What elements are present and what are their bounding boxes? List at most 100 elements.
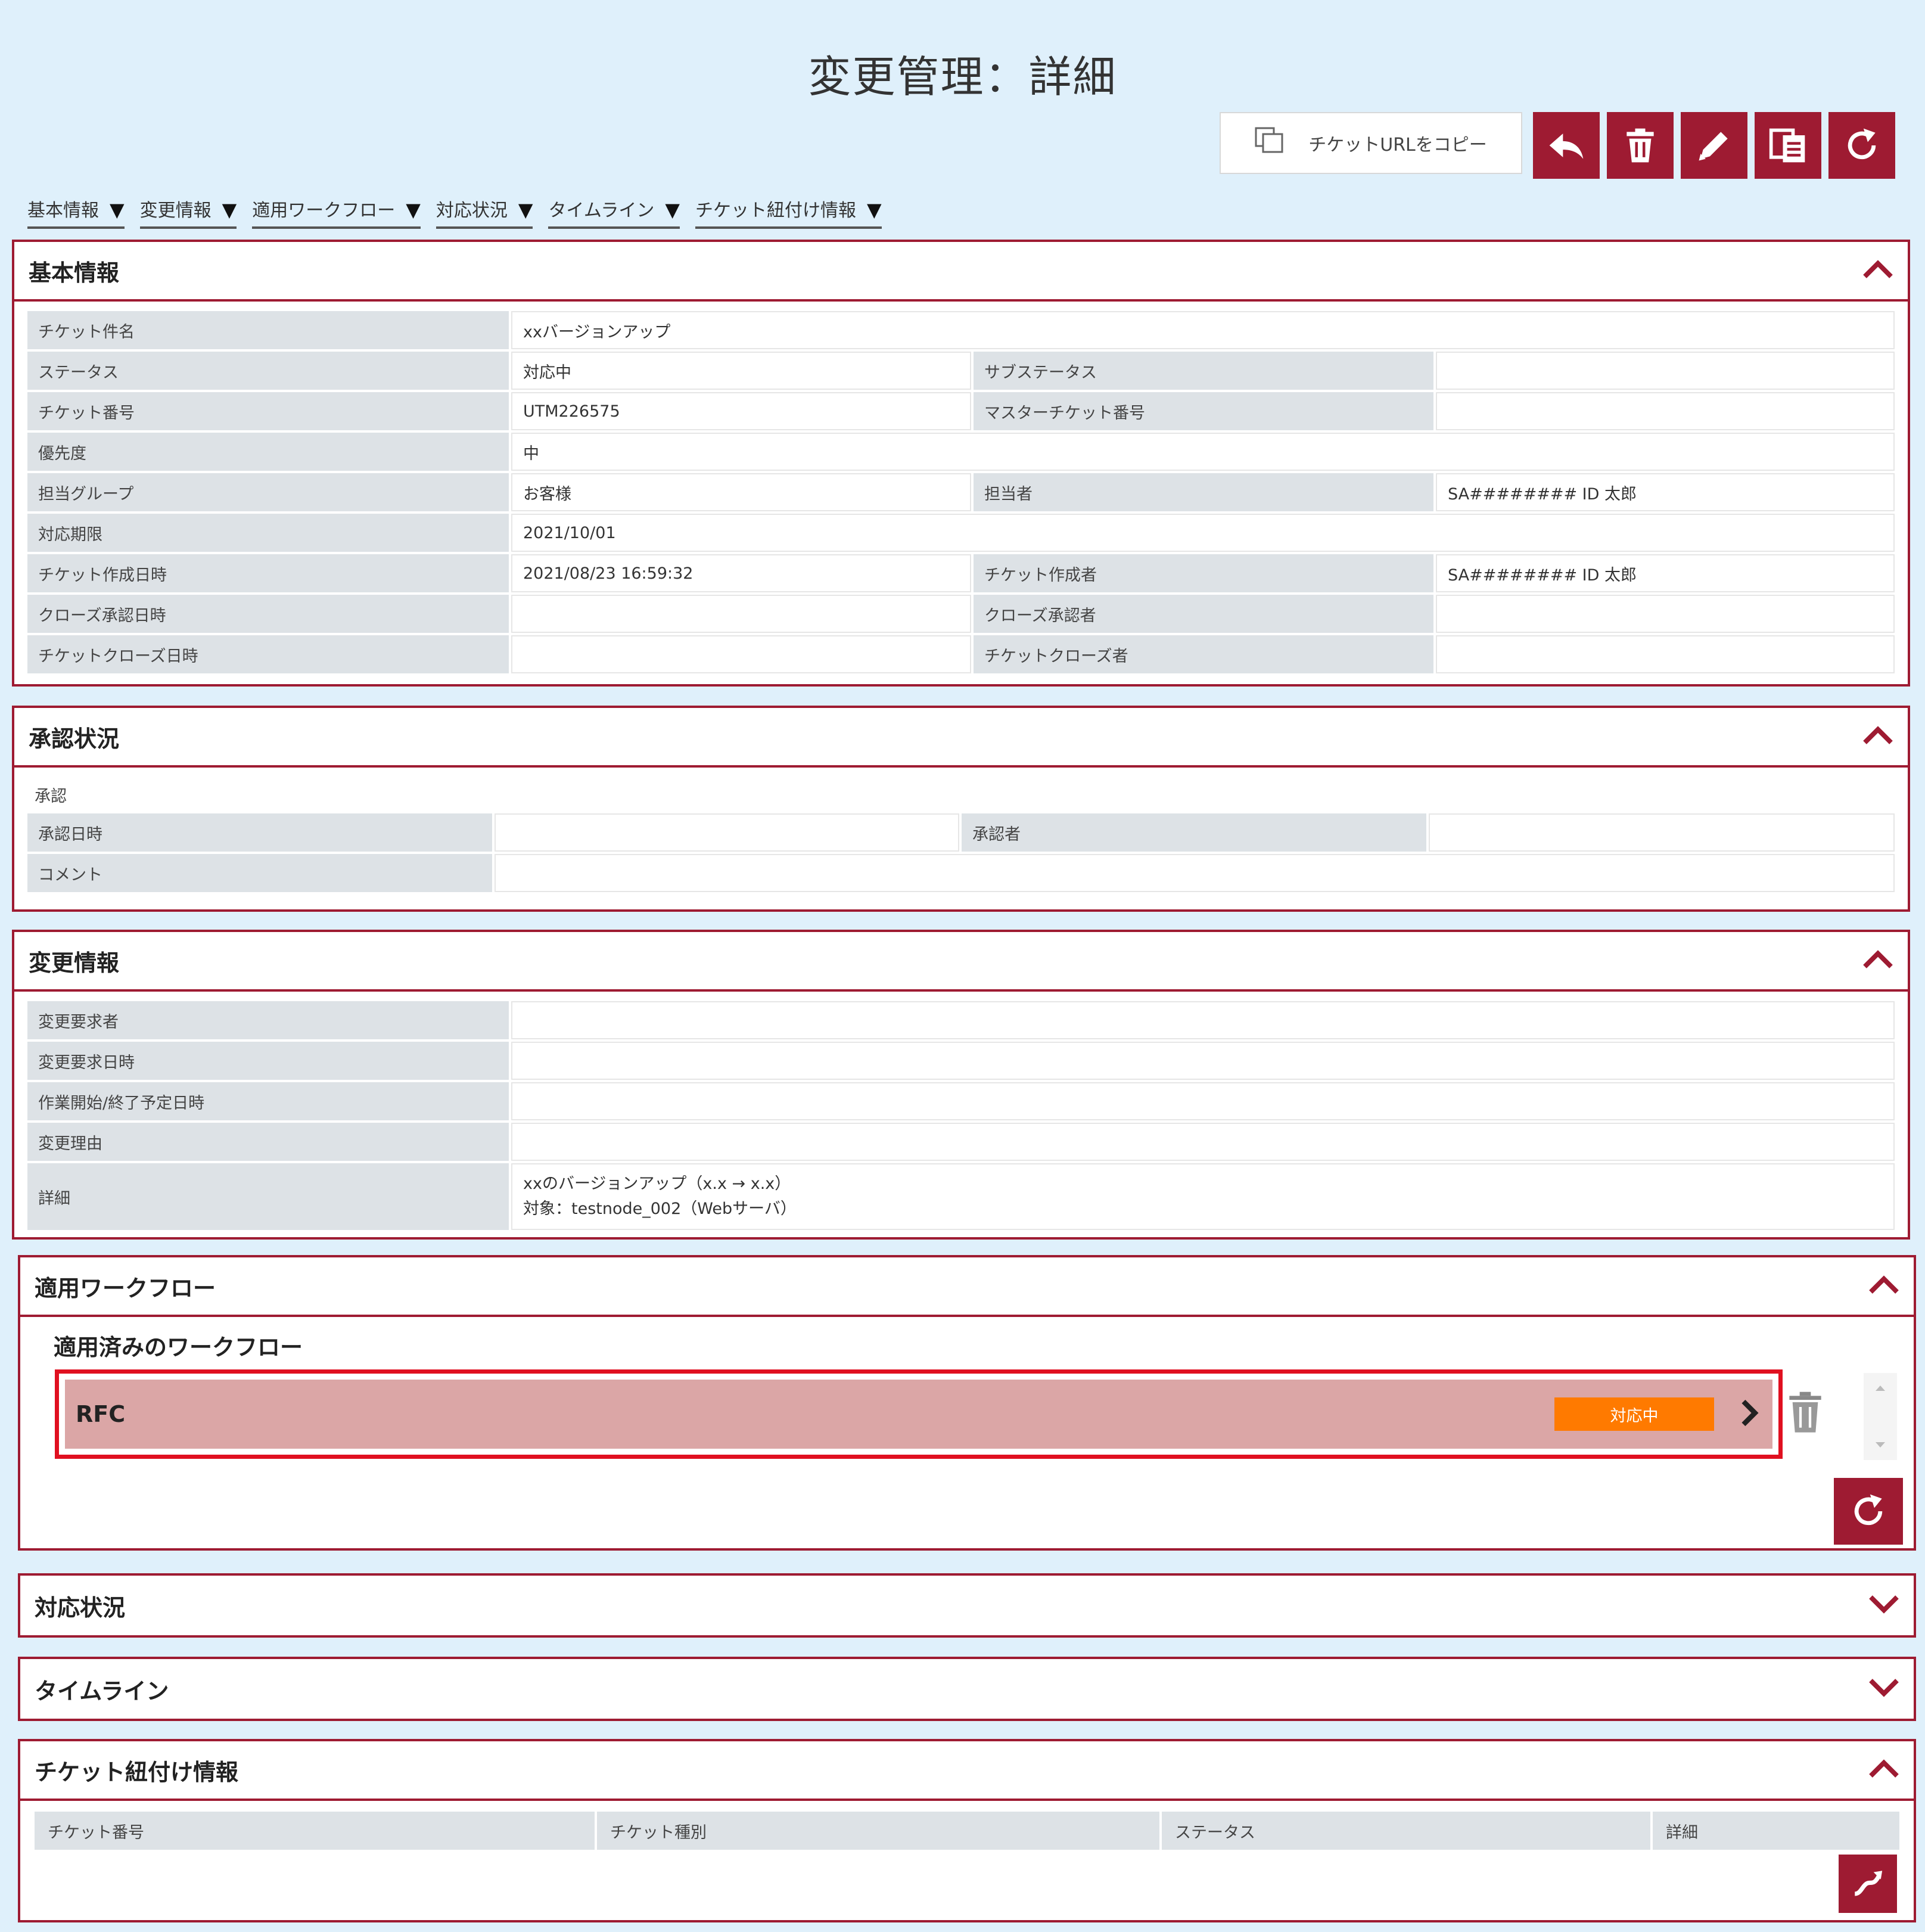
field-label: チケット作成日時 — [27, 554, 509, 592]
schedule-value — [511, 1082, 1895, 1120]
approval-table: 承認日時 承認者 コメント — [25, 811, 1897, 894]
field-label: 変更要求日時 — [27, 1042, 509, 1080]
anchor-response[interactable]: 対応状況 ▼ — [436, 195, 533, 229]
detail-line: xxのバージョンアップ（x.x → x.x） — [523, 1175, 791, 1193]
edit-button[interactable] — [1681, 112, 1747, 179]
workflow-refresh-button[interactable] — [1834, 1478, 1903, 1545]
copy-doc-icon — [1769, 128, 1805, 163]
column-header: チケット番号 — [35, 1812, 595, 1850]
field-label: チケット件名 — [27, 311, 509, 349]
links-panel: チケット紐付け情報 チケット番号 チケット種別 ステータス 詳細 — [18, 1739, 1916, 1922]
column-header: 詳細 — [1653, 1812, 1899, 1850]
chevron-up-icon[interactable] — [1868, 1759, 1899, 1781]
chevron-up-icon[interactable] — [1862, 260, 1893, 281]
links-title: チケット紐付け情報 — [35, 1759, 239, 1785]
chevron-up-icon[interactable] — [1868, 1275, 1899, 1297]
basic-info-panel: 基本情報 チケット件名 xxバージョンアップ ステータス 対応中 サブステータス チケ… — [12, 240, 1910, 687]
ticket-number-value: UTM226575 — [511, 392, 971, 430]
field-label: チケットクローズ日時 — [27, 635, 509, 673]
chevron-right-icon[interactable] — [1739, 1399, 1759, 1430]
change-info-title: 変更情報 — [29, 949, 120, 976]
anchor-marker: ▼ — [110, 198, 125, 221]
workflow-name: RFC — [76, 1401, 126, 1427]
chevron-down-icon[interactable] — [1868, 1595, 1899, 1616]
field-label: 変更要求者 — [27, 1001, 509, 1039]
workflow-panel: 適用ワークフロー 適用済みのワークフロー RFC 対応中 — [18, 1255, 1916, 1551]
workflow-highlight: RFC 対応中 — [55, 1369, 1783, 1459]
copy-url-button[interactable]: チケットURLをコピー — [1220, 112, 1522, 174]
workflow-title: 適用ワークフロー — [35, 1275, 216, 1302]
workflow-scrollbar[interactable] — [1864, 1373, 1897, 1460]
approval-date-value — [495, 813, 959, 852]
approval-section-label: 承認 — [35, 787, 67, 806]
field-label: クローズ承認者 — [974, 595, 1433, 633]
refresh-icon — [1848, 128, 1876, 160]
workflow-header[interactable]: 適用ワークフロー — [20, 1257, 1914, 1317]
workflow-item[interactable]: RFC 対応中 — [65, 1380, 1772, 1449]
column-header: ステータス — [1162, 1812, 1650, 1850]
applied-workflows-label: 適用済みのワークフロー — [54, 1334, 303, 1361]
comment-value — [495, 854, 1895, 892]
chevron-up-icon[interactable] — [1862, 726, 1893, 747]
change-info-header[interactable]: 変更情報 — [14, 932, 1908, 992]
anchor-marker: ▼ — [406, 198, 421, 221]
anchor-basic[interactable]: 基本情報 ▼ — [27, 195, 125, 229]
group-value: お客様 — [511, 473, 971, 511]
detail-line: 対象：testnode_002（Webサーバ） — [523, 1200, 797, 1218]
page-title: 変更管理：詳細 — [808, 52, 1117, 102]
timeline-header[interactable]: タイムライン — [20, 1659, 1914, 1719]
field-label: 対応期限 — [27, 514, 509, 552]
copy-ticket-button[interactable] — [1755, 112, 1821, 179]
field-label: マスターチケット番号 — [974, 392, 1433, 430]
back-button[interactable] — [1533, 112, 1600, 179]
timeline-panel: タイムライン — [18, 1657, 1916, 1721]
anchor-workflow[interactable]: 適用ワークフロー ▼ — [252, 195, 421, 229]
approval-panel: 承認状況 承認 承認日時 承認者 コメント — [12, 706, 1910, 912]
response-panel: 対応状況 — [18, 1573, 1916, 1638]
field-label: チケットクローズ者 — [974, 635, 1433, 673]
delete-button[interactable] — [1607, 112, 1674, 179]
field-label: クローズ承認日時 — [27, 595, 509, 633]
field-label: 担当グループ — [27, 473, 509, 511]
link-curve-icon — [1854, 1871, 1883, 1896]
workflow-delete-icon[interactable] — [1786, 1389, 1824, 1437]
links-header[interactable]: チケット紐付け情報 — [20, 1741, 1914, 1801]
toolbar: チケットURLをコピー — [1220, 112, 1895, 179]
due-value: 2021/10/01 — [511, 514, 1895, 552]
field-label: 担当者 — [974, 473, 1433, 511]
chevron-down-icon[interactable] — [1868, 1678, 1899, 1700]
anchor-marker: ▼ — [222, 198, 237, 221]
basic-info-header[interactable]: 基本情報 — [14, 242, 1908, 302]
status-value: 対応中 — [511, 352, 971, 390]
scroll-up-icon[interactable] — [1874, 1384, 1886, 1392]
approval-header[interactable]: 承認状況 — [14, 708, 1908, 768]
timeline-title: タイムライン — [35, 1678, 169, 1704]
anchor-nav: 基本情報 ▼ 変更情報 ▼ 適用ワークフロー ▼ 対応状況 ▼ タイムライン ▼ チケット… — [27, 195, 882, 229]
chevron-up-icon[interactable] — [1862, 950, 1893, 971]
link-ticket-button[interactable] — [1839, 1855, 1897, 1913]
anchor-marker: ▼ — [665, 198, 680, 221]
anchor-change[interactable]: 変更情報 ▼ — [139, 195, 237, 229]
field-label: コメント — [27, 854, 492, 892]
response-header[interactable]: 対応状況 — [20, 1576, 1914, 1635]
refresh-icon — [1854, 1494, 1883, 1526]
field-label: チケット作成者 — [974, 554, 1433, 592]
requester-value — [511, 1001, 1895, 1039]
ticket-name-value: xxバージョンアップ — [511, 311, 1895, 349]
field-label: 承認者 — [962, 813, 1426, 852]
anchor-timeline[interactable]: タイムライン ▼ — [548, 195, 680, 229]
anchor-marker: ▼ — [866, 198, 882, 221]
priority-value: 中 — [511, 433, 1895, 471]
change-info-panel: 変更情報 変更要求者 変更要求日時 作業開始/終了予定日時 変更理由 詳細 xxの… — [12, 930, 1910, 1240]
anchor-links[interactable]: チケット紐付け情報 ▼ — [695, 195, 882, 229]
field-label: 変更理由 — [27, 1123, 509, 1161]
scroll-down-icon[interactable] — [1874, 1441, 1886, 1449]
refresh-button[interactable] — [1828, 112, 1895, 179]
copy-url-label: チケットURLをコピー — [1308, 135, 1487, 156]
closed-value — [511, 635, 971, 673]
field-label: ステータス — [27, 352, 509, 390]
request-date-value — [511, 1042, 1895, 1080]
workflow-status-badge: 対応中 — [1554, 1397, 1714, 1431]
field-label: 優先度 — [27, 433, 509, 471]
closer-value — [1436, 635, 1895, 673]
